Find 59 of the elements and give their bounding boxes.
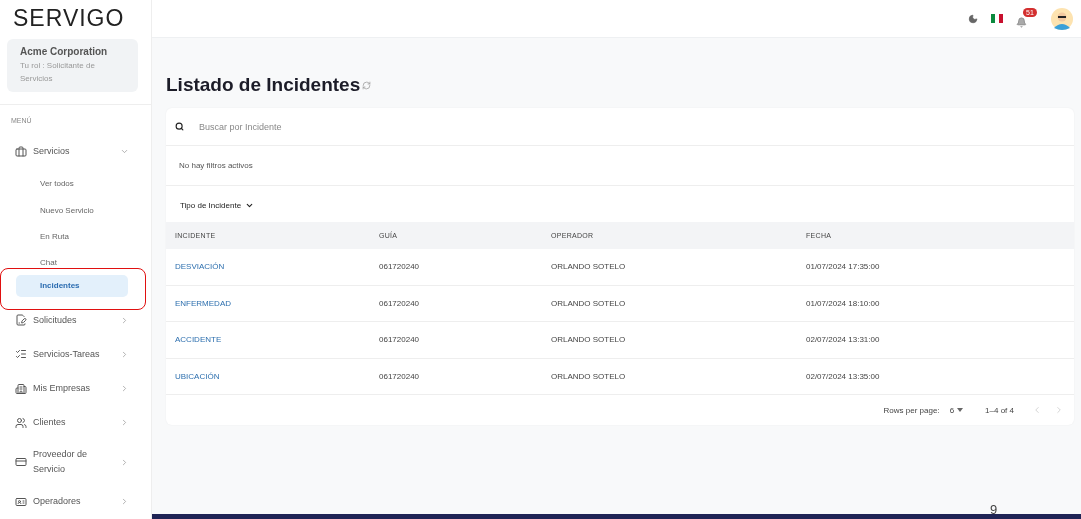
- sidebar-item[interactable]: Servicios: [0, 134, 151, 169]
- people-icon: [15, 416, 27, 429]
- page-number: 9: [990, 502, 998, 517]
- document-pen-icon: [15, 314, 27, 327]
- table-cell: 01/07/2024 17:35:00: [797, 249, 1074, 286]
- sidebar-item[interactable]: Servicios-Tareas: [0, 337, 151, 372]
- sidebar-subitem[interactable]: Incidentes: [16, 274, 128, 298]
- search-icon: [175, 122, 184, 131]
- sidebar-subitem[interactable]: En Ruta: [40, 224, 151, 249]
- table-cell: ORLANDO SOTELO: [542, 285, 797, 322]
- sidebar-subitem[interactable]: Nuevo Servicio: [40, 198, 151, 222]
- sidebar-subitem[interactable]: Chat: [40, 251, 151, 275]
- flag-icon[interactable]: [991, 14, 1003, 23]
- table-cell: 02/07/2024 13:31:00: [797, 322, 1074, 359]
- incident-link[interactable]: DESVIACIÓN: [166, 249, 370, 286]
- chevron-icon: [120, 418, 129, 428]
- sidebar-item[interactable]: Proveedor de Servicio: [0, 439, 151, 485]
- logo: SERVIGO: [12, 4, 126, 33]
- table-cell: ORLANDO SOTELO: [542, 358, 797, 395]
- moon-icon[interactable]: [968, 13, 978, 24]
- card-icon: [15, 456, 27, 469]
- sidebar-subitem[interactable]: Ver todos: [40, 171, 151, 196]
- caret-icon: [957, 408, 964, 412]
- building-icon: [15, 382, 27, 395]
- sidebar-item[interactable]: Clientes: [0, 405, 151, 440]
- incident-link[interactable]: ACCIDENTE: [166, 322, 370, 359]
- user-role: Tu rol : Solicitante de Servicios: [20, 60, 96, 86]
- chevron-icon: [120, 497, 129, 507]
- page-title: Listado de Incidentes: [166, 74, 361, 96]
- avatar-icon[interactable]: [1051, 7, 1073, 30]
- chevron-icon: [120, 349, 129, 359]
- chevron-icon: [120, 384, 129, 394]
- page-range: 1–4 of 4: [985, 405, 1014, 415]
- filter-dropdown[interactable]: Tipo de Incidente: [175, 198, 260, 213]
- table-cell: 02/07/2024 13:35:00: [797, 358, 1074, 395]
- sidebar-item[interactable]: Mis Empresas: [0, 371, 151, 406]
- checklist-icon: [15, 348, 27, 361]
- id-card-icon: [15, 495, 27, 508]
- table-cell: 061720240: [370, 249, 542, 286]
- refresh-icon[interactable]: [362, 80, 372, 90]
- table-cell: 061720240: [370, 322, 542, 359]
- sidebar-item[interactable]: Operadores: [0, 484, 151, 519]
- incident-link[interactable]: ENFERMEDAD: [166, 285, 370, 322]
- org-name: Acme Corporation: [20, 46, 109, 58]
- chevron-icon: [120, 457, 129, 467]
- table-cell: ORLANDO SOTELO: [542, 249, 797, 286]
- incident-link[interactable]: UBICACIÓN: [166, 358, 370, 395]
- chevron-icon: [245, 201, 255, 210]
- bell-icon[interactable]: [1016, 16, 1027, 28]
- briefcase-icon: [15, 145, 27, 158]
- table-cell: 061720240: [370, 285, 542, 322]
- sidebar-item[interactable]: Solicitudes: [0, 303, 151, 338]
- filters-note: No hay filtros activos: [179, 161, 253, 170]
- rows-per-page-select[interactable]: 6: [949, 405, 964, 415]
- rows-per-page-label: Rows per page:: [883, 405, 940, 415]
- chevron-icon: [120, 315, 129, 325]
- table-cell: 01/07/2024 18:10:00: [797, 285, 1074, 322]
- table-cell: 061720240: [370, 358, 542, 395]
- table-cell: ORLANDO SOTELO: [542, 322, 797, 359]
